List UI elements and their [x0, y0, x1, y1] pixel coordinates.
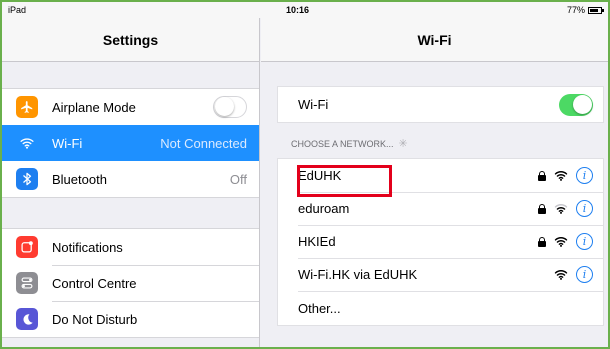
info-icon[interactable]: i [576, 266, 593, 283]
info-icon[interactable]: i [576, 167, 593, 184]
settings-title: Settings [2, 18, 259, 62]
airplane-mode-toggle[interactable] [213, 96, 247, 118]
choose-network-header: CHOOSE A NETWORK... ✳ [291, 137, 608, 150]
wifi-page-title: Wi-Fi [261, 18, 608, 62]
wifi-toggle-group: Wi-Fi [277, 86, 604, 123]
settings-sidebar: Settings Airplane Mode Wi-Fi Not Connect… [2, 18, 260, 347]
status-time: 10:16 [286, 5, 310, 15]
network-name: HKIEd [298, 234, 336, 249]
sidebar-item-label: Wi-Fi [52, 135, 83, 151]
lock-icon [538, 170, 546, 181]
bluetooth-icon [16, 168, 38, 190]
notifications-icon [16, 236, 38, 258]
settings-group-connectivity: Airplane Mode Wi-Fi Not Connected Blueto… [2, 88, 259, 198]
wifi-icon [16, 132, 38, 154]
bluetooth-status-value: Off [229, 171, 247, 187]
airplane-icon [16, 96, 38, 118]
sidebar-item-label: Airplane Mode [52, 99, 136, 115]
highlight-box [297, 165, 392, 197]
wifi-status-value: Not Connected [160, 135, 247, 151]
network-name: Wi-Fi.HK via EdUHK [298, 267, 418, 282]
sidebar-item-label: Notifications [52, 239, 123, 255]
moon-icon [16, 308, 38, 330]
choose-network-label: CHOOSE A NETWORK... [291, 138, 394, 149]
lock-icon [538, 203, 546, 214]
status-carrier: iPad [8, 5, 27, 15]
sidebar-item-control-centre[interactable]: Control Centre [2, 265, 259, 301]
wifi-signal-weak-icon [554, 204, 568, 214]
battery-icon [588, 6, 604, 14]
wifi-toggle-row: Wi-Fi [278, 87, 603, 122]
wifi-signal-icon [554, 171, 568, 181]
ipad-screen: iPad 10:16 77% Settings Airplane Mode Wi… [0, 0, 610, 349]
sidebar-item-label: Bluetooth [52, 171, 107, 187]
info-icon[interactable]: i [576, 200, 593, 217]
battery-percent: 77% [566, 5, 585, 15]
settings-group-system: Notifications Control Centre Do Not Dist… [2, 228, 259, 338]
network-row-hkied[interactable]: HKIEd i [278, 225, 603, 258]
sidebar-item-airplane-mode[interactable]: Airplane Mode [2, 89, 259, 125]
other-network-label: Other... [298, 300, 341, 316]
sidebar-item-wifi[interactable]: Wi-Fi Not Connected [2, 125, 259, 161]
network-row-other[interactable]: Other... [278, 291, 603, 325]
wifi-toggle-label: Wi-Fi [298, 97, 329, 112]
wifi-signal-icon [554, 237, 568, 247]
network-name: eduroam [298, 201, 350, 216]
wifi-toggle[interactable] [559, 93, 593, 116]
control-centre-icon [16, 272, 38, 294]
info-icon[interactable]: i [576, 233, 593, 250]
sidebar-item-label: Do Not Disturb [52, 311, 138, 327]
sidebar-item-label: Control Centre [52, 275, 137, 291]
sidebar-item-do-not-disturb[interactable]: Do Not Disturb [2, 301, 259, 337]
loading-spinner-icon: ✳ [398, 138, 408, 150]
sidebar-item-notifications[interactable]: Notifications [2, 229, 259, 265]
sidebar-item-bluetooth[interactable]: Bluetooth Off [2, 161, 259, 197]
wifi-signal-icon [554, 270, 568, 280]
network-row-wifi-hk[interactable]: Wi-Fi.HK via EdUHK i [278, 258, 603, 291]
status-bar: iPad 10:16 77% [2, 2, 608, 18]
lock-icon [538, 236, 546, 247]
status-battery: 77% [566, 5, 604, 15]
